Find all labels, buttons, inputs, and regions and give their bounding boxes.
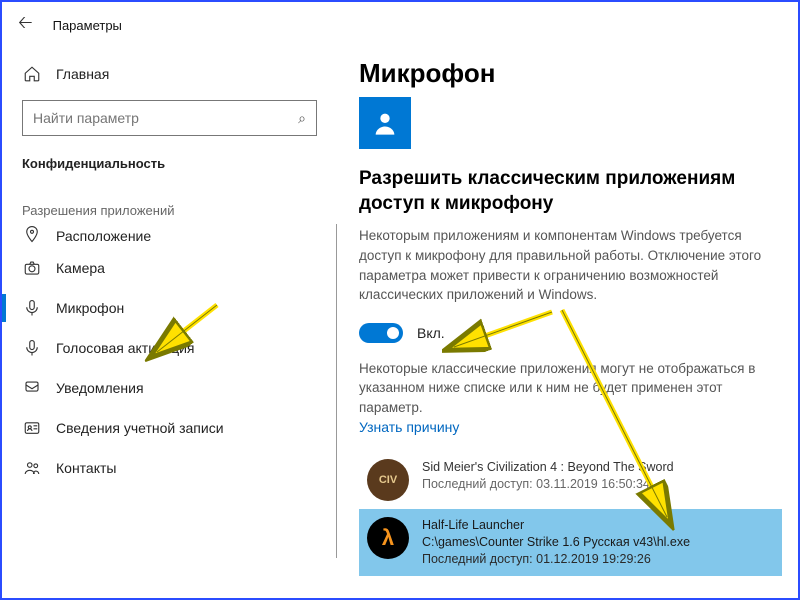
app-name: Half-Life Launcher [422, 517, 690, 534]
camera-icon [22, 258, 42, 278]
sidebar-item-label: Расположение [56, 228, 151, 244]
page-title: Микрофон [359, 58, 782, 89]
home-icon [22, 64, 42, 84]
voice-icon [22, 338, 42, 358]
sidebar-item-label: Микрофон [56, 300, 124, 316]
sidebar-item-microphone[interactable]: Микрофон [2, 288, 337, 328]
app-last-access: Последний доступ: 03.11.2019 16:50:34 [422, 476, 674, 493]
sidebar-item-home[interactable]: Главная [2, 54, 337, 94]
search-field[interactable] [33, 110, 298, 126]
toggle-label: Вкл. [417, 325, 445, 341]
sidebar-item-voice-activation[interactable]: Голосовая активация [2, 328, 337, 368]
profile-card [359, 97, 782, 149]
allow-desktop-apps-toggle[interactable] [359, 323, 403, 343]
sidebar-item-label: Уведомления [56, 380, 144, 396]
back-icon[interactable]: 🡠 [18, 10, 33, 40]
section-privacy: Конфиденциальность [22, 156, 317, 171]
sidebar-item-account-info[interactable]: Сведения учетной записи [2, 408, 337, 448]
window-title: Параметры [53, 18, 122, 33]
sidebar-divider [336, 224, 337, 558]
sidebar-item-label: Сведения учетной записи [56, 420, 224, 436]
app-path: C:\games\Counter Strike 1.6 Русская v43\… [422, 534, 690, 551]
sidebar-item-label: Голосовая активация [56, 340, 195, 356]
note-text: Некоторые классические приложения могут … [359, 359, 782, 418]
app-icon-civ: CIV [367, 459, 409, 501]
sidebar-item-camera[interactable]: Камера [2, 248, 337, 288]
sidebar-item-label: Контакты [56, 460, 116, 476]
search-input[interactable]: ⌕ [22, 100, 317, 136]
main-panel: Микрофон Разрешить классическим приложен… [337, 44, 798, 598]
app-list: CIV Sid Meier's Civilization 4 : Beyond … [359, 451, 782, 576]
microphone-icon [22, 298, 42, 318]
sidebar-item-contacts[interactable]: Контакты [2, 448, 337, 488]
account-icon [22, 418, 42, 438]
sidebar: Главная ⌕ Конфиденциальность Разрешения … [2, 44, 337, 598]
group-app-permissions: Разрешения приложений [22, 203, 317, 218]
avatar-icon [359, 97, 411, 149]
search-icon: ⌕ [298, 110, 306, 127]
app-icon-halflife [367, 517, 409, 559]
app-row-halflife[interactable]: Half-Life Launcher C:\games\Counter Stri… [359, 509, 782, 576]
section-description: Некоторым приложениям и компонентам Wind… [359, 226, 782, 304]
notification-icon [22, 378, 42, 398]
app-row-civ4[interactable]: CIV Sid Meier's Civilization 4 : Beyond … [359, 451, 782, 509]
learn-why-link[interactable]: Узнать причину [359, 419, 459, 435]
section-heading: Разрешить классическим приложениям досту… [359, 167, 782, 216]
sidebar-item-label: Главная [56, 66, 109, 82]
app-last-access: Последний доступ: 01.12.2019 19:29:26 [422, 551, 690, 568]
app-name: Sid Meier's Civilization 4 : Beyond The … [422, 459, 674, 476]
contacts-icon [22, 458, 42, 478]
location-icon [22, 224, 42, 244]
sidebar-item-label: Камера [56, 260, 105, 276]
sidebar-item-location[interactable]: Расположение [2, 224, 337, 248]
sidebar-item-notifications[interactable]: Уведомления [2, 368, 337, 408]
